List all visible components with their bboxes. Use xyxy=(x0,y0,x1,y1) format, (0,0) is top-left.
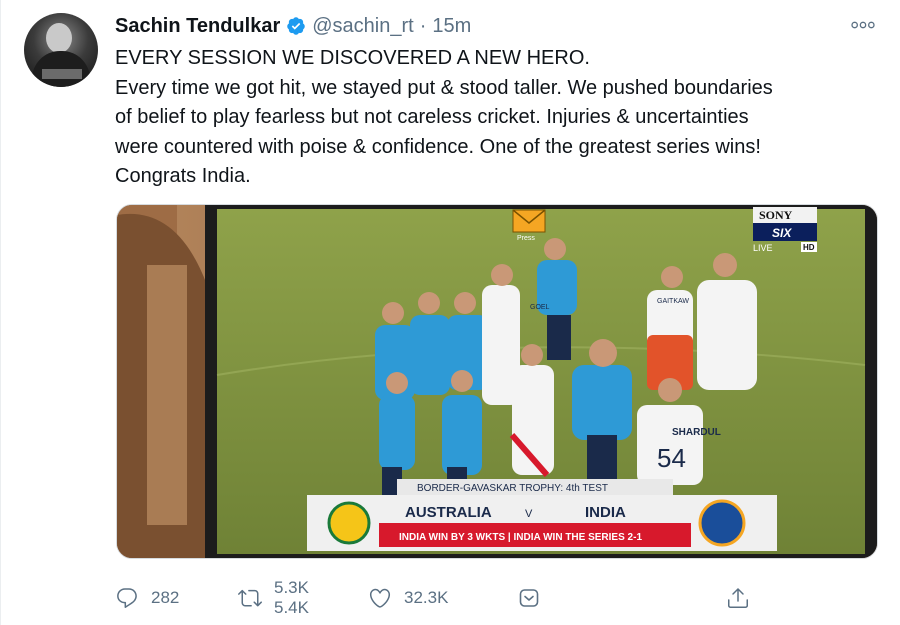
press-label: Press xyxy=(517,235,535,242)
tweet-photo[interactable]: SHARDUL 54 GAITKAW GOEL Press SONY SIX L… xyxy=(116,204,878,559)
svg-text:SONY: SONY xyxy=(759,208,793,222)
tweet-timestamp[interactable]: 15m xyxy=(432,15,471,38)
share-icon xyxy=(728,588,748,608)
result-text: INDIA WIN BY 3 WKTS | INDIA WIN THE SERI… xyxy=(399,532,642,543)
save-icon xyxy=(519,589,539,607)
retweet-count-next: 5.4K xyxy=(274,598,309,617)
versus-label: V xyxy=(525,508,533,520)
tweet-text-line: of belief to play fearless but not carel… xyxy=(115,106,749,128)
tweet-text-line: EVERY SESSION WE DISCOVERED A NEW HERO. xyxy=(115,47,590,69)
verified-badge-icon xyxy=(286,16,306,36)
tweet-text-line: Congrats India. xyxy=(115,165,251,187)
team-right: INDIA xyxy=(585,504,626,521)
jersey-number: 54 xyxy=(657,443,686,473)
svg-text:SIX: SIX xyxy=(772,226,792,240)
scorebar-title: BORDER-GAVASKAR TROPHY: 4th TEST xyxy=(417,483,608,494)
retweet-count-ticker: 5.3K 5.4K xyxy=(274,578,309,618)
tweet-text-line: Every time we got hit, we stayed put & s… xyxy=(115,76,773,99)
more-options-icon[interactable] xyxy=(846,10,880,40)
tv-broadcast-photo: SHARDUL 54 GAITKAW GOEL Press SONY SIX L… xyxy=(117,205,877,558)
avatar[interactable] xyxy=(24,13,98,87)
header-separator: · xyxy=(419,14,427,37)
bcci-crest-icon xyxy=(698,499,746,547)
press-envelope-icon xyxy=(512,209,546,233)
tweet-header: Sachin Tendulkar @sachin_rt · 15m xyxy=(115,12,471,40)
australia-crest-icon xyxy=(327,501,371,545)
svg-text:HD: HD xyxy=(803,243,815,252)
reply-icon xyxy=(117,588,137,608)
tweet[interactable]: Sachin Tendulkar @sachin_rt · 15m EVERY … xyxy=(0,0,900,625)
jersey-name: SHARDUL xyxy=(672,427,721,438)
svg-text:LIVE: LIVE xyxy=(753,243,773,253)
tweet-actions: 282 5.3K 5.4K 32.3K xyxy=(115,578,885,618)
retweet-count: 5.3K xyxy=(274,578,309,597)
share-button[interactable] xyxy=(726,578,750,618)
tweet-text: EVERY SESSION WE DISCOVERED A NEW HERO. … xyxy=(115,44,885,192)
retweet-icon xyxy=(238,589,262,607)
reply-count: 282 xyxy=(151,588,180,607)
author-name[interactable]: Sachin Tendulkar xyxy=(115,15,280,38)
jersey-name: GOEL xyxy=(530,304,550,311)
team-left: AUSTRALIA xyxy=(405,504,492,521)
jersey-name: GAITKAW xyxy=(657,298,689,305)
save-button[interactable] xyxy=(517,578,541,618)
timeline-divider xyxy=(0,0,1,625)
like-button[interactable]: 32.3K xyxy=(368,578,448,618)
like-icon xyxy=(369,588,391,608)
tweet-text-line: were countered with poise & confidence. … xyxy=(115,135,761,158)
author-handle[interactable]: @sachin_rt xyxy=(312,15,413,38)
like-count: 32.3K xyxy=(404,588,449,607)
retweet-button[interactable]: 5.3K 5.4K xyxy=(238,578,309,618)
reply-button[interactable]: 282 xyxy=(115,578,179,618)
